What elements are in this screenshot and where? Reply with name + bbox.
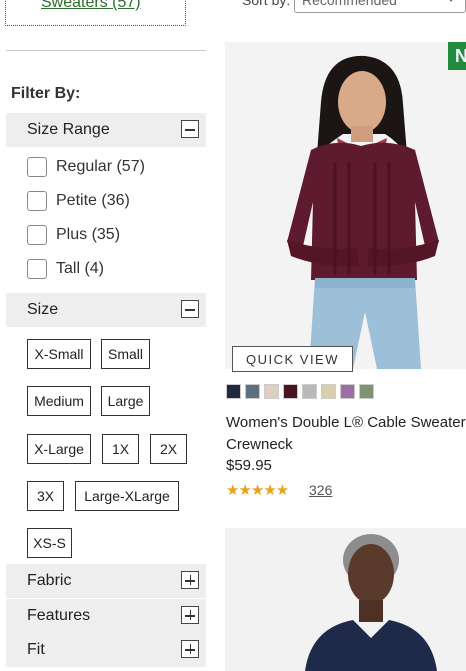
filter-option-label: Regular (57) <box>56 158 145 175</box>
size-range-section-header[interactable]: Size Range <box>6 113 206 147</box>
sort-select[interactable]: Recommended ▼ <box>294 0 466 13</box>
collapse-icon[interactable] <box>181 300 199 318</box>
checkbox[interactable] <box>27 191 47 211</box>
product-name[interactable]: Women's Double L® Cable Sweater, Crewnec… <box>226 412 466 456</box>
color-swatches <box>226 384 374 399</box>
size-button-large-xlarge[interactable]: Large-XLarge <box>75 481 179 511</box>
new-badge: N <box>448 42 466 70</box>
color-swatch[interactable] <box>359 384 374 399</box>
chevron-down-icon: ▼ <box>445 0 457 5</box>
product-image[interactable] <box>225 42 466 369</box>
product-name-line2: Crewneck <box>226 436 293 453</box>
fit-section-header[interactable]: Fit <box>6 633 206 667</box>
filter-option-tall[interactable]: Tall (4) <box>27 258 104 280</box>
fabric-title: Fabric <box>27 572 72 589</box>
product-price: $59.95 <box>226 457 272 474</box>
expand-icon[interactable] <box>181 606 199 624</box>
size-button-3x[interactable]: 3X <box>27 481 64 511</box>
color-swatch[interactable] <box>321 384 336 399</box>
color-swatch[interactable] <box>245 384 260 399</box>
product-photo <box>225 528 466 671</box>
size-range-title: Size Range <box>27 121 110 138</box>
filter-option-regular[interactable]: Regular (57) <box>27 156 145 178</box>
color-swatch[interactable] <box>226 384 241 399</box>
size-button-2x[interactable]: 2X <box>150 434 187 464</box>
color-swatch[interactable] <box>340 384 355 399</box>
filter-heading: Filter By: <box>11 85 81 102</box>
features-section-header[interactable]: Features <box>6 599 206 633</box>
review-count-link[interactable]: 326 <box>309 482 332 498</box>
collapse-icon[interactable] <box>181 120 199 138</box>
checkbox[interactable] <box>27 157 47 177</box>
expand-icon[interactable] <box>181 640 199 658</box>
size-button-x-small[interactable]: X-Small <box>27 339 91 369</box>
sort-label: Sort by: <box>242 0 291 8</box>
filter-option-petite[interactable]: Petite (36) <box>27 190 130 212</box>
size-button-large[interactable]: Large <box>101 386 150 416</box>
color-swatch[interactable] <box>302 384 317 399</box>
fit-title: Fit <box>27 641 45 658</box>
filter-option-plus[interactable]: Plus (35) <box>27 224 120 246</box>
checkbox[interactable] <box>27 259 47 279</box>
fabric-section-header[interactable]: Fabric <box>6 564 206 598</box>
category-link-sweaters[interactable]: Sweaters (57) <box>41 0 141 12</box>
size-button-xs-s[interactable]: XS-S <box>27 528 72 558</box>
filter-option-label: Plus (35) <box>56 226 121 243</box>
star-rating: ★★★★★ <box>226 482 289 499</box>
size-button-medium[interactable]: Medium <box>27 386 91 416</box>
category-box: Sweaters (57) <box>5 0 186 26</box>
size-title: Size <box>27 301 59 318</box>
size-button-x-large[interactable]: X-Large <box>27 434 91 464</box>
size-button-small[interactable]: Small <box>101 339 150 369</box>
divider <box>6 50 206 51</box>
product-name-line1: Women's Double L® Cable Sweater, <box>226 414 466 431</box>
size-section-header[interactable]: Size <box>6 293 206 327</box>
size-button-1x[interactable]: 1X <box>102 434 139 464</box>
color-swatch[interactable] <box>264 384 279 399</box>
product-image[interactable] <box>225 528 466 671</box>
expand-icon[interactable] <box>181 571 199 589</box>
features-title: Features <box>27 607 91 624</box>
filter-option-label: Tall (4) <box>56 260 105 277</box>
sort-value: Recommended <box>302 0 397 8</box>
color-swatch[interactable] <box>283 384 298 399</box>
quick-view-button[interactable]: QUICK VIEW <box>232 346 353 372</box>
filter-option-label: Petite (36) <box>56 192 130 209</box>
checkbox[interactable] <box>27 225 47 245</box>
product-photo <box>225 42 466 369</box>
